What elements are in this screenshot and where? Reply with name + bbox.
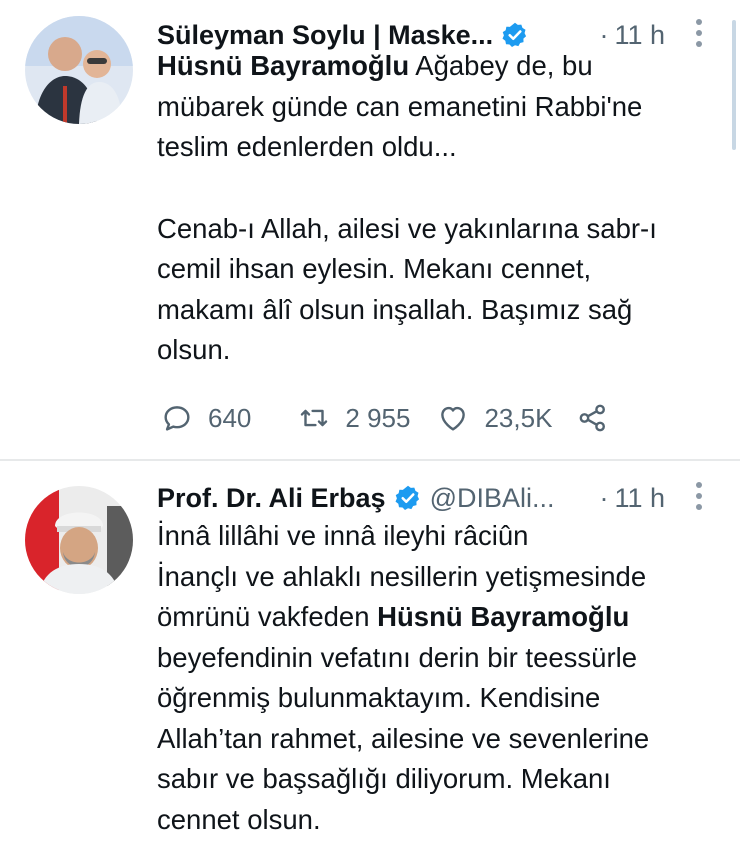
text-line: öğrenmiş bulunmaktayım. Kendisine	[157, 682, 601, 713]
text-line: sabır ve başsağlığı diliyorum. Mekanı	[157, 763, 611, 794]
author-handle[interactable]: @DIBAli...	[430, 483, 555, 514]
reply-icon	[164, 406, 190, 431]
text-line: Ağabey de, bu	[409, 50, 593, 81]
text-line: ömrünü vakfeden	[157, 601, 378, 632]
verified-badge-icon	[395, 485, 419, 511]
like-count: 23,5K	[484, 402, 553, 433]
avatar-photo-icon	[25, 16, 133, 124]
verified-badge-icon	[502, 22, 527, 48]
tweet-card[interactable]: Süleyman Soylu | Maske... · 11 h Hüsnü Ba…	[0, 0, 740, 460]
text-line: teslim edenlerden oldu...	[157, 131, 457, 162]
timestamp[interactable]: 11 h	[614, 20, 665, 50]
time-separator: ·	[599, 482, 609, 513]
like-button[interactable]: 23,5K	[436, 401, 552, 435]
text-line: cemil ihsan eylesin. Mekanı cennet,	[157, 253, 592, 284]
text-line: makamı âlî olsun inşallah. Başımız sağ	[157, 293, 633, 325]
text-line: İnnâ lillâhi ve innâ ileyhi râciûn	[157, 520, 529, 551]
author-name[interactable]: Prof. Dr. Ali Erbaş	[157, 483, 386, 514]
reply-button[interactable]: 640	[160, 401, 251, 435]
avatar[interactable]	[25, 486, 133, 594]
avatar[interactable]	[25, 16, 133, 124]
tweet-text: Hüsnü Bayramoğlu Ağabey de, bu mübarek g…	[157, 46, 717, 371]
reply-count: 640	[208, 402, 252, 433]
text-line: olsun.	[157, 334, 231, 365]
heart-icon	[441, 406, 466, 431]
tweet-actions: 640 2 955 23,5K	[160, 396, 610, 440]
time-separator: ·	[599, 19, 609, 50]
tweet-card[interactable]: Prof. Dr. Ali Erbaş @DIBAli... · 11 h İnn…	[0, 462, 740, 856]
text-line: Allah’tan rahmet, ailesine ve sevenlerin…	[157, 722, 650, 754]
tweet-text: İnnâ lillâhi ve innâ ileyhi râciûn İnanç…	[157, 516, 717, 840]
tweet-divider	[0, 459, 740, 461]
text-line: Cenab-ı Allah, ailesi ve yakınlarına sab…	[157, 212, 657, 244]
text-line: beyefendinin vefatını derin bir teessürl…	[157, 641, 638, 673]
text-line: İnançlı ve ahlaklı nesillerin yetişmesin…	[157, 560, 647, 592]
more-options-icon[interactable]	[694, 482, 704, 514]
mention-link[interactable]: Hüsnü Bayramoğlu	[157, 50, 409, 81]
share-button[interactable]	[576, 401, 610, 435]
text-line: mübarek günde can emanetini Rabbi'ne	[157, 90, 643, 122]
retweet-icon	[301, 409, 328, 427]
retweet-count: 2 955	[345, 402, 411, 433]
timestamp[interactable]: 11 h	[614, 483, 665, 513]
retweet-button[interactable]: 2 955	[297, 401, 410, 435]
mention-link[interactable]: Hüsnü Bayramoğlu	[377, 601, 629, 632]
share-icon	[580, 404, 606, 432]
avatar-photo-icon	[25, 486, 133, 594]
text-line: cennet olsun.	[157, 803, 321, 835]
